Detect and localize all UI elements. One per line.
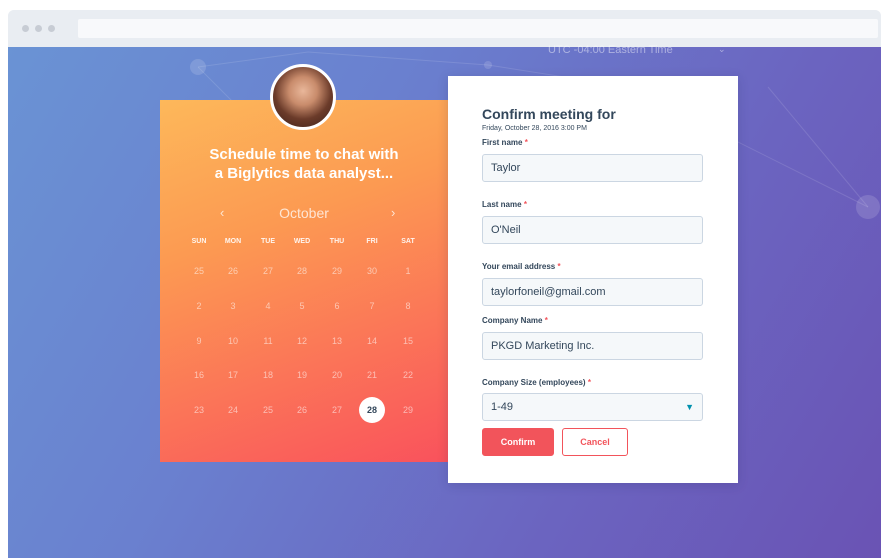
confirm-button[interactable]: Confirm [482, 428, 554, 456]
calendar-day[interactable]: 16 [186, 362, 212, 388]
company-size-value: 1-49 [491, 401, 514, 413]
calendar-day[interactable]: 14 [359, 328, 385, 354]
calendar-day[interactable]: 21 [359, 362, 385, 388]
address-bar[interactable] [78, 19, 878, 38]
cancel-button[interactable]: Cancel [562, 428, 628, 456]
calendar-day[interactable]: 5 [289, 293, 315, 319]
company-name-field[interactable]: PKGD Marketing Inc. [482, 332, 703, 360]
calendar-day[interactable]: 26 [220, 258, 246, 284]
calendar-day[interactable]: 2 [186, 293, 212, 319]
field-label: First name * [482, 138, 528, 147]
scheduler-headline: Schedule time to chat with a Biglytics d… [160, 145, 448, 183]
chevron-down-icon[interactable]: ⌄ [718, 44, 726, 55]
field-label: Your email address * [482, 262, 561, 271]
weekday-label: TUE [261, 238, 275, 245]
calendar-day-selected[interactable]: 28 [359, 397, 385, 423]
required-marker: * [587, 378, 591, 387]
chevron-right-icon[interactable]: › [391, 205, 395, 220]
weekday-label: WED [293, 238, 311, 245]
weekday-label: THU [329, 238, 345, 245]
calendar-day[interactable]: 22 [395, 362, 421, 388]
calendar-day[interactable]: 7 [359, 293, 385, 319]
required-marker: * [544, 316, 548, 325]
window-control-dot[interactable] [35, 25, 42, 32]
required-marker: * [557, 262, 561, 271]
calendar-day[interactable]: 28 [289, 258, 315, 284]
chevron-left-icon[interactable]: ‹ [220, 205, 224, 220]
required-marker: * [523, 200, 527, 209]
calendar-day[interactable]: 6 [324, 293, 350, 319]
calendar-day[interactable]: 19 [289, 362, 315, 388]
calendar-day[interactable]: 24 [220, 397, 246, 423]
headline-line: Schedule time to chat with [209, 146, 399, 163]
weekday-label: SAT [401, 238, 415, 245]
last-name-field[interactable]: O'Neil [482, 216, 703, 244]
label-text: Company Name [482, 316, 543, 325]
avatar [270, 64, 336, 130]
calendar-day[interactable]: 3 [220, 293, 246, 319]
calendar-day[interactable]: 25 [186, 258, 212, 284]
calendar-day[interactable]: 27 [324, 397, 350, 423]
caret-down-icon[interactable]: ▼ [685, 394, 694, 420]
form-title: Confirm meeting for [482, 106, 616, 122]
calendar-day[interactable]: 4 [255, 293, 281, 319]
calendar-day[interactable]: 25 [255, 397, 281, 423]
label-text: Last name [482, 200, 522, 209]
calendar-day[interactable]: 13 [324, 328, 350, 354]
company-size-select[interactable]: 1-49 ▼ [482, 393, 703, 421]
window-control-dot[interactable] [48, 25, 55, 32]
weekday-label: SUN [191, 238, 207, 245]
required-marker: * [524, 138, 528, 147]
weekday-label: FRI [366, 238, 378, 245]
window-control-dot[interactable] [22, 25, 29, 32]
calendar-day[interactable]: 1 [395, 258, 421, 284]
label-text: First name [482, 138, 523, 147]
calendar-day[interactable]: 11 [255, 328, 281, 354]
calendar-day[interactable]: 23 [186, 397, 212, 423]
calendar-day[interactable]: 30 [359, 258, 385, 284]
headline-line: a Biglytics data analyst... [214, 165, 394, 182]
browser-title-bar [8, 10, 881, 47]
calendar-day[interactable]: 12 [289, 328, 315, 354]
month-label: October [279, 205, 329, 221]
first-name-field[interactable]: Taylor [482, 154, 703, 182]
calendar-day[interactable]: 10 [220, 328, 246, 354]
calendar-day[interactable]: 17 [220, 362, 246, 388]
calendar-day[interactable]: 20 [324, 362, 350, 388]
weekday-label: MON [224, 238, 242, 245]
email-field[interactable]: taylorfoneil@gmail.com [482, 278, 703, 306]
month-navigation: October ‹ › [160, 205, 448, 225]
calendar-day[interactable]: 29 [324, 258, 350, 284]
label-text: Your email address [482, 262, 556, 271]
field-label: Company Name * [482, 316, 548, 325]
meeting-form: Confirm meeting for Friday, October 28, … [448, 76, 738, 483]
meeting-datetime: Friday, October 28, 2016 3:00 PM [482, 125, 587, 132]
calendar-day[interactable]: 26 [289, 397, 315, 423]
calendar-day[interactable]: 9 [186, 328, 212, 354]
field-label: Last name * [482, 200, 527, 209]
calendar-day[interactable]: 27 [255, 258, 281, 284]
calendar-day[interactable]: 29 [395, 397, 421, 423]
calendar-day[interactable]: 8 [395, 293, 421, 319]
calendar-day[interactable]: 18 [255, 362, 281, 388]
field-label: Company Size (employees) * [482, 378, 591, 387]
timezone-selector[interactable]: UTC -04:00 Eastern Time [548, 44, 673, 56]
calendar-day[interactable]: 15 [395, 328, 421, 354]
label-text: Company Size (employees) [482, 378, 586, 387]
